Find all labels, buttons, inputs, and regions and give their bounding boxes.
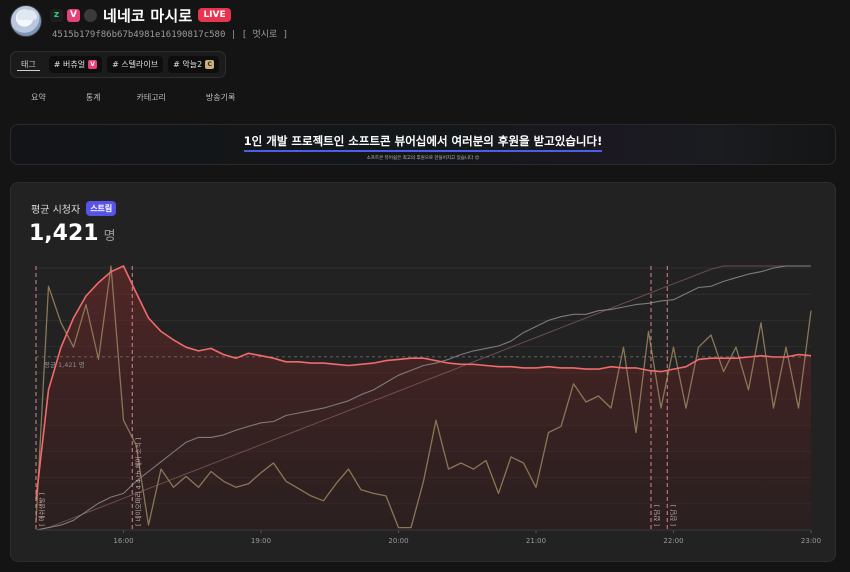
tags-label: 태그 bbox=[17, 59, 40, 71]
tag-text: # 버츄얼 bbox=[53, 60, 86, 69]
event-label: [ 애쉬생방 ] bbox=[37, 493, 46, 526]
x-tick-label: 20:00 bbox=[388, 537, 408, 545]
x-tick-label: 21:00 bbox=[526, 537, 546, 545]
tag-text: # 악늘2 bbox=[173, 60, 203, 69]
vtuber-tag-icon: V bbox=[88, 60, 98, 69]
tab-stats[interactable]: 통계 bbox=[86, 92, 101, 103]
x-tick-label: 16:00 bbox=[113, 537, 133, 545]
category-tag-icon: C bbox=[205, 60, 215, 69]
platform-z-icon: z bbox=[50, 8, 63, 22]
event-label: [ 네이오마리 4 4 th 헤어 소식 ] bbox=[133, 438, 142, 526]
average-viewers-card: 평균 시청자 스트림 1,421 명 평균 1,421 명[ 애쉬생방 ][ 네… bbox=[10, 182, 836, 562]
x-tick-label: 22:00 bbox=[663, 537, 683, 545]
tag-item[interactable]: # 스텔라이브 bbox=[107, 56, 164, 73]
x-tick-label: 23:00 bbox=[801, 537, 821, 545]
tag-item[interactable]: # 버츄얼 V bbox=[48, 56, 103, 73]
tab-summary[interactable]: 요약 bbox=[31, 92, 46, 103]
channel-header: z V 네네코 마시로 LIVE 4515b179f86b67b4981e161… bbox=[10, 5, 288, 41]
tags-box: 태그 # 버츄얼 V # 스텔라이브 # 악늘2 C bbox=[10, 51, 227, 78]
tab-broadcast-history[interactable]: 방송기록 bbox=[206, 92, 235, 103]
channel-title-block: z V 네네코 마시로 LIVE 4515b179f86b67b4981e161… bbox=[50, 5, 288, 40]
banner-title: 1인 개발 프로젝트인 소프트콘 뷰어십에서 여러분의 후원을 받고있습니다! bbox=[243, 133, 603, 152]
donation-banner[interactable]: 1인 개발 프로젝트인 소프트콘 뷰어십에서 여러분의 후원을 받고있습니다! … bbox=[10, 124, 836, 165]
live-badge[interactable]: LIVE bbox=[198, 8, 231, 22]
banner-subtitle: 소프트콘 뷰어쉽은 최고의 후원으로 만들어지고 있습니다 😊 bbox=[366, 156, 480, 161]
emblem-icon bbox=[84, 8, 97, 22]
tab-category[interactable]: 카테고리 bbox=[136, 92, 165, 103]
channel-id: 4515b179f86b67b4981e16190817c580 | [ 멋시로… bbox=[52, 30, 289, 40]
viewers-area bbox=[36, 265, 811, 530]
tag-item[interactable]: # 악늘2 C bbox=[168, 56, 220, 73]
average-label: 평균 1,421 명 bbox=[44, 360, 85, 369]
event-label: [ 잡담 ] bbox=[669, 505, 677, 526]
vtuber-v-icon: V bbox=[67, 8, 80, 22]
section-nav: 요약 통계 카테고리 방송기록 bbox=[31, 92, 275, 103]
viewers-chart[interactable]: 평균 1,421 명 [ 애쉬생방 ] [ 네이오마리 4 4 th 헤어 소식 ]… bbox=[11, 183, 836, 562]
channel-avatar[interactable] bbox=[10, 5, 42, 37]
event-label: [ 잡담 ] bbox=[653, 505, 661, 526]
tag-text: # 스텔라이브 bbox=[112, 60, 159, 69]
channel-name: 네네코 마시로 bbox=[103, 6, 193, 25]
x-tick-label: 19:00 bbox=[251, 537, 271, 545]
channel-title-row: z V 네네코 마시로 LIVE bbox=[50, 5, 288, 25]
